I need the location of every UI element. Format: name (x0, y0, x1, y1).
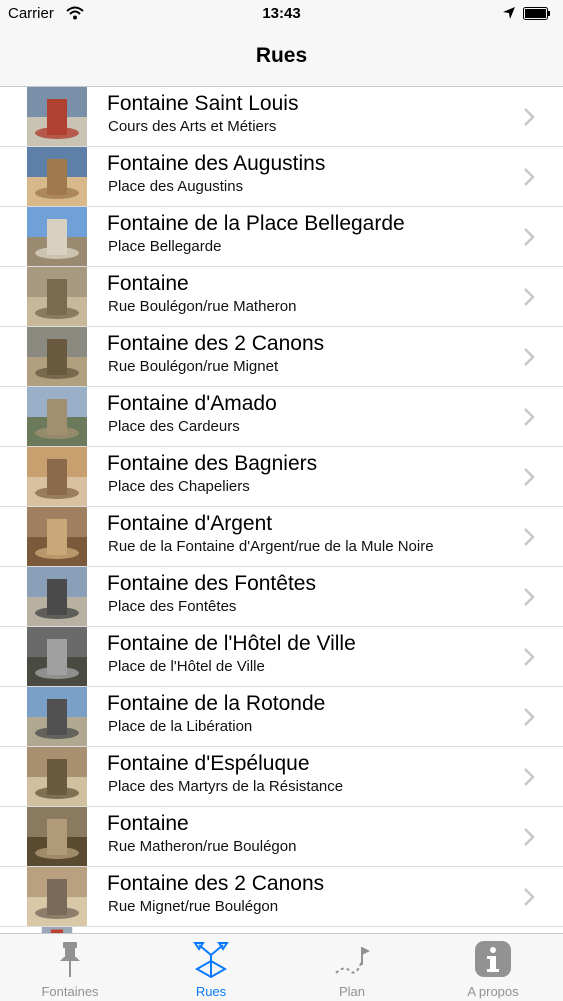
chevron-right-icon (524, 168, 535, 186)
list-item[interactable]: Fontaine de la Place Bellegarde Place Bel… (0, 207, 563, 267)
item-title: Fontaine des Bagniers (107, 452, 318, 475)
streets-list[interactable]: Fontaine Saint Louis Cours des Arts et Mé… (0, 87, 563, 933)
chevron-right-icon (524, 348, 535, 366)
chevron-right-icon (524, 888, 535, 906)
fountain-photo (27, 207, 87, 266)
list-item[interactable]: Fontaine de l'Hôtel de Ville Place de l'H… (0, 627, 563, 687)
tab-label: A propos (467, 984, 519, 999)
fountain-photo (27, 387, 87, 446)
item-subtitle: Rue Matheron/rue Boulégon (108, 838, 297, 855)
item-title: Fontaine d'Espéluque (107, 752, 310, 775)
tab-label: Fontaines (41, 984, 99, 999)
chevron-right-icon (524, 108, 535, 126)
chevron-right-icon (524, 828, 535, 846)
fountain-photo (27, 627, 87, 686)
pushpin-icon (60, 942, 80, 977)
item-subtitle: Rue de la Fontaine d'Argent/rue de la Mu… (108, 538, 434, 555)
fountain-photo (27, 147, 87, 206)
tab-bar: Fontaines Rues Plan A propos (0, 933, 563, 1001)
battery-icon (523, 7, 550, 20)
item-subtitle: Place de l'Hôtel de Ville (108, 658, 265, 675)
item-title: Fontaine de la Rotonde (107, 692, 326, 715)
route-flag-icon (335, 947, 370, 974)
item-title: Fontaine d'Amado (107, 392, 277, 415)
fountain-photo (27, 267, 87, 326)
tab-label: Plan (338, 984, 366, 999)
item-title: Fontaine de l'Hôtel de Ville (107, 632, 356, 655)
fountain-photo (27, 87, 87, 146)
tab-a-propos[interactable]: A propos (423, 934, 563, 1001)
fountain-photo (27, 687, 87, 746)
item-title: Fontaine Saint Louis (107, 92, 299, 115)
tab-label: Rues (195, 984, 227, 999)
fountain-photo (27, 747, 87, 806)
location-arrow-icon (503, 7, 515, 19)
item-title: Fontaine de la Place Bellegarde (107, 212, 405, 235)
item-subtitle: Place des Martyrs de la Résistance (108, 778, 344, 795)
navigation-bar: Rues (0, 30, 563, 87)
chevron-right-icon (524, 228, 535, 246)
chevron-right-icon (524, 648, 535, 666)
list-item[interactable]: Fontaine d'Argent Rue de la Fontaine d'Ar… (0, 507, 563, 567)
directions-icon (193, 942, 229, 979)
item-subtitle: Place des Chapeliers (108, 478, 250, 495)
chevron-right-icon (524, 468, 535, 486)
fountain-photo (27, 807, 87, 866)
item-title: Fontaine des 2 Canons (107, 332, 325, 355)
tab-plan[interactable]: Plan (282, 934, 422, 1001)
chevron-right-icon (524, 408, 535, 426)
list-item[interactable]: Fontaine des Bagniers Place des Chapelier… (0, 447, 563, 507)
chevron-right-icon (524, 768, 535, 786)
item-subtitle: Place Bellegarde (108, 238, 222, 255)
chevron-right-icon (524, 708, 535, 726)
list-item[interactable]: Fontaine des 2 Canons Rue Boulégon/rue Mi… (0, 327, 563, 387)
status-bar: Carrier 13:43 (0, 0, 563, 30)
fountain-photo (27, 327, 87, 386)
item-subtitle: Rue Boulégon/rue Mignet (108, 358, 279, 375)
tab-rues[interactable]: Rues (141, 934, 281, 1001)
item-title: Fontaine des Fontêtes (107, 572, 316, 595)
item-title: Fontaine des 2 Canons (107, 872, 325, 895)
list-item[interactable]: Fontaine des Fontêtes Place des Fontêtes (0, 567, 563, 627)
list-item[interactable]: Fontaine Rue Matheron/rue Boulégon (0, 807, 563, 867)
item-subtitle: Place de la Libération (108, 718, 253, 735)
item-title: Fontaine (107, 812, 189, 835)
info-icon (475, 941, 511, 977)
chevron-right-icon (524, 288, 535, 306)
tab-fontaines[interactable]: Fontaines (0, 934, 140, 1001)
fountain-photo (27, 507, 87, 566)
clock: 13:43 (262, 5, 301, 22)
fountain-photo (27, 567, 87, 626)
list-item[interactable]: Fontaine de la Rotonde Place de la Libéra… (0, 687, 563, 747)
item-title: Fontaine d'Argent (107, 512, 273, 535)
item-title: Fontaine des Augustins (107, 152, 326, 175)
list-item[interactable]: Fontaine des 2 Canons Rue Mignet/rue Boul… (0, 867, 563, 927)
item-subtitle: Rue Mignet/rue Boulégon (108, 898, 279, 915)
item-title: Fontaine (107, 272, 189, 295)
chevron-right-icon (524, 528, 535, 546)
fountain-photo (27, 447, 87, 506)
chevron-right-icon (524, 588, 535, 606)
item-subtitle: Place des Cardeurs (108, 418, 240, 435)
list-item[interactable]: Fontaine Rue Boulégon/rue Matheron (0, 267, 563, 327)
list-item[interactable]: Fontaine Saint Louis Cours des Arts et Mé… (0, 87, 563, 147)
item-subtitle: Cours des Arts et Métiers (108, 118, 277, 135)
page-title: Rues (255, 44, 308, 67)
list-item[interactable]: Fontaine des Augustins Place des Augustin… (0, 147, 563, 207)
fountain-photo (27, 867, 87, 926)
list-item[interactable]: Fontaine d'Amado Place des Cardeurs (0, 387, 563, 447)
item-subtitle: Rue Boulégon/rue Matheron (108, 298, 297, 315)
list-item[interactable]: Fontaine d'Espéluque Place des Martyrs de… (0, 747, 563, 807)
item-subtitle: Place des Augustins (108, 178, 244, 195)
item-subtitle: Place des Fontêtes (108, 598, 237, 615)
